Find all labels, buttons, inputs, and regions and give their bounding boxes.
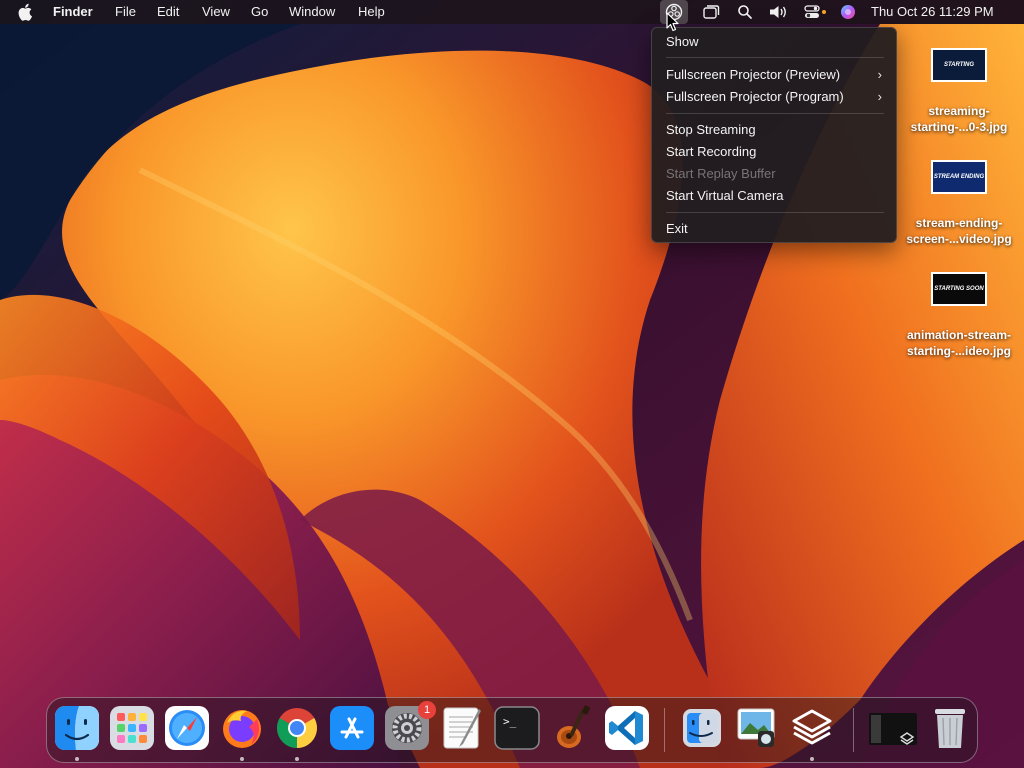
obs-studio-icon[interactable] [789, 705, 835, 751]
trash-icon[interactable] [927, 705, 973, 751]
volume-icon[interactable] [768, 3, 790, 21]
menu-item-label: Start Recording [666, 144, 757, 159]
spotlight-search-icon[interactable] [737, 3, 753, 21]
garageband-icon[interactable] [549, 705, 595, 751]
terminal-button[interactable]: >_ [494, 705, 540, 751]
running-indicator [240, 757, 244, 761]
menu-item-exit[interactable]: Exit [666, 219, 884, 239]
menu-separator [666, 57, 884, 58]
safari-icon[interactable] [164, 705, 210, 751]
migration-assistant-icon[interactable] [679, 705, 725, 751]
menu-app-finder[interactable]: Finder [53, 4, 93, 20]
menu-window[interactable]: Window [289, 4, 335, 20]
menu-item-start-recording[interactable]: Start Recording [666, 142, 884, 162]
desktop-file-label: stream-ending- screen-...video.jpg [906, 216, 1012, 246]
menu-file[interactable]: File [115, 4, 136, 20]
menu-item-label: Stop Streaming [666, 122, 756, 137]
preview-icon[interactable] [734, 705, 780, 751]
vscode-icon[interactable] [604, 705, 650, 751]
mouse-cursor-icon [666, 12, 679, 32]
app-store-icon[interactable] [329, 705, 375, 751]
thumbnail-text: STREAM ENDING [933, 173, 985, 180]
menu-item-fullscreen-projector-program[interactable]: Fullscreen Projector (Program) › [666, 87, 884, 107]
firefox-icon[interactable] [219, 705, 265, 751]
menu-item-label: Show [666, 34, 699, 49]
menu-item-stop-streaming[interactable]: Stop Streaming [666, 120, 884, 140]
menu-go[interactable]: Go [251, 4, 268, 20]
control-center-icon[interactable] [803, 3, 829, 21]
desktop-file-label: animation-stream- starting-...ideo.jpg [906, 328, 1012, 358]
menu-bar: Finder File Edit View Go Window Help Thu… [0, 0, 1024, 24]
notification-badge: 1 [418, 701, 436, 719]
apple-menu-icon[interactable] [18, 3, 34, 21]
obs-status-menu: Show Fullscreen Projector (Preview) › Ful… [651, 27, 897, 243]
running-indicator [810, 757, 814, 761]
menu-separator [666, 212, 884, 213]
terminal-prompt: >_ [503, 715, 517, 728]
chrome-icon[interactable] [274, 705, 320, 751]
menu-help[interactable]: Help [358, 4, 385, 20]
menu-item-show[interactable]: Show [666, 32, 884, 52]
menu-item-label: Exit [666, 221, 688, 236]
menu-item-label: Fullscreen Projector (Program) [666, 89, 844, 104]
menu-item-fullscreen-projector-preview[interactable]: Fullscreen Projector (Preview) › [666, 65, 884, 85]
menu-separator [666, 113, 884, 114]
dock-divider [853, 708, 854, 752]
menu-item-label: Fullscreen Projector (Preview) [666, 67, 841, 82]
image-thumbnail: STREAM ENDING [931, 160, 987, 194]
menu-item-start-replay-buffer: Start Replay Buffer [666, 164, 884, 184]
image-thumbnail: STARTING SOON [931, 272, 987, 306]
menu-edit[interactable]: Edit [157, 4, 179, 20]
running-indicator [295, 757, 299, 761]
finder-icon[interactable] [54, 705, 100, 751]
menubar-clock[interactable]: Thu Oct 26 11:29 PM [871, 4, 994, 20]
textedit-icon[interactable] [439, 705, 485, 751]
window-icon[interactable] [702, 3, 720, 21]
dock: 1 >_ [46, 697, 978, 763]
screen-recording-icon[interactable] [867, 705, 919, 751]
menu-item-start-virtual-camera[interactable]: Start Virtual Camera [666, 186, 884, 206]
launchpad-icon[interactable] [109, 705, 155, 751]
system-settings-button[interactable]: 1 [384, 701, 436, 751]
siri-icon[interactable] [839, 3, 857, 21]
chevron-right-icon: › [877, 67, 882, 82]
thumbnail-text: STARTING [943, 61, 975, 68]
thumbnail-text: STARTING SOON [934, 285, 984, 292]
menu-view[interactable]: View [202, 4, 230, 20]
running-indicator [75, 757, 79, 761]
image-thumbnail: STARTING [931, 48, 987, 82]
terminal-icon [494, 706, 540, 750]
chevron-right-icon: › [877, 89, 882, 104]
menu-item-label: Start Replay Buffer [666, 166, 776, 181]
dock-divider [664, 708, 665, 752]
menu-item-label: Start Virtual Camera [666, 188, 784, 203]
desktop-file-label: streaming- starting-...0-3.jpg [910, 104, 1008, 134]
